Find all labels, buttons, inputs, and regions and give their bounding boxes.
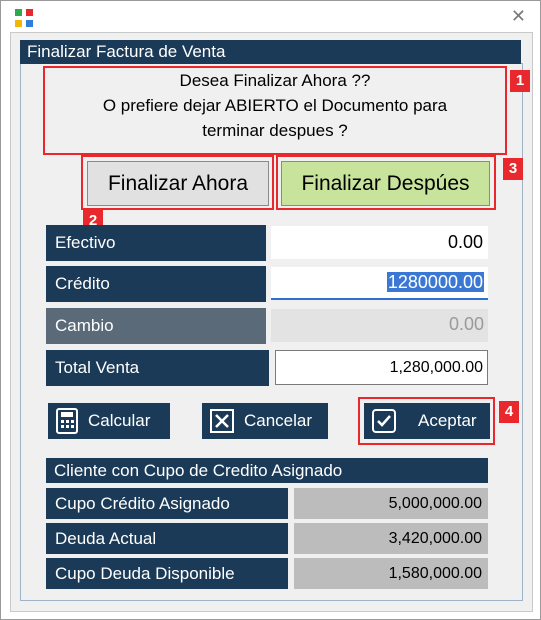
- calculator-icon: [56, 408, 78, 434]
- annotation-badge-3: 3: [503, 158, 523, 180]
- deuda-actual-label: Deuda Actual: [46, 523, 288, 554]
- cupo-disponible-value: 1,580,000.00: [294, 558, 488, 589]
- credito-input[interactable]: 1280000.00: [271, 267, 488, 300]
- annotation-badge-1: 1: [510, 70, 530, 92]
- cupo-asignado-label: Cupo Crédito Asignado: [46, 488, 288, 519]
- credit-section-title: Cliente con Cupo de Credito Asignado: [46, 458, 488, 483]
- total-venta-field: 1,280,000.00: [275, 350, 488, 385]
- title-bar: ✕: [1, 1, 540, 33]
- calcular-label: Calcular: [88, 411, 151, 430]
- cupo-asignado-value: 5,000,000.00: [294, 488, 488, 519]
- credito-label: Crédito: [46, 266, 266, 302]
- cupo-disponible-label: Cupo Deuda Disponible: [46, 558, 288, 589]
- highlight-box-3: [276, 155, 496, 210]
- cancelar-button[interactable]: Cancelar: [202, 403, 328, 439]
- total-venta-label: Total Venta: [46, 350, 269, 386]
- highlight-box-1: [43, 66, 507, 155]
- efectivo-input[interactable]: 0.00: [271, 226, 488, 259]
- cancelar-label: Cancelar: [244, 411, 313, 430]
- deuda-actual-value: 3,420,000.00: [294, 523, 488, 554]
- cancel-x-icon: [210, 409, 234, 433]
- calcular-button[interactable]: Calcular: [48, 403, 170, 439]
- highlight-box-4: [358, 397, 495, 445]
- panel-title: Finalizar Factura de Venta: [20, 40, 521, 64]
- credito-value: 1280000.00: [386, 272, 484, 292]
- close-icon[interactable]: ✕: [511, 7, 526, 25]
- app-grid-icon: [15, 9, 33, 27]
- cambio-label: Cambio: [46, 308, 266, 344]
- annotation-badge-4: 4: [499, 401, 519, 423]
- efectivo-label: Efectivo: [46, 225, 266, 261]
- cambio-input: 0.00: [271, 309, 488, 342]
- highlight-box-2: [81, 155, 274, 210]
